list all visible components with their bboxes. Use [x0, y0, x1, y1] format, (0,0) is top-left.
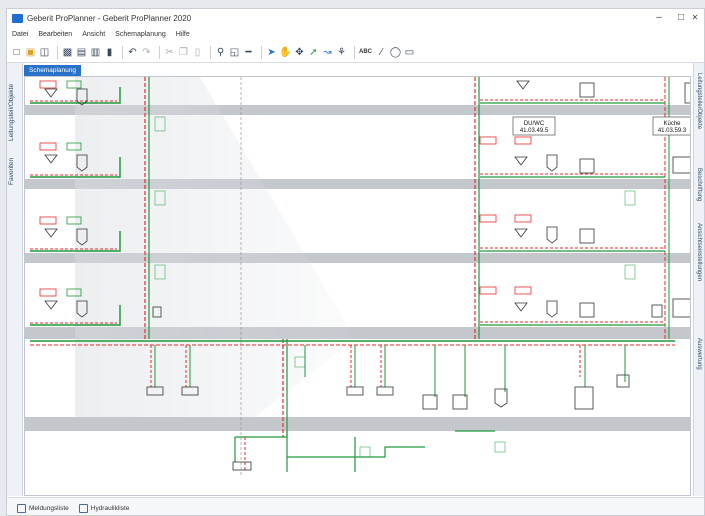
toolbar-divider [210, 45, 211, 59]
tab-schemaplanung[interactable]: Schemaplanung [24, 65, 81, 76]
toolbar-divider [159, 45, 160, 59]
menu-schemaplanung[interactable]: Schemaplanung [110, 31, 171, 38]
ellipse-tool-icon[interactable]: ◯ [390, 47, 401, 58]
menu-hilfe[interactable]: Hilfe [171, 31, 195, 38]
open-recent-icon[interactable]: ◫ [39, 47, 50, 58]
zoom-extents-icon[interactable]: ◱ [229, 47, 240, 58]
menu-datei[interactable]: Datei [7, 31, 33, 38]
redo-icon[interactable]: ↷ [141, 47, 152, 58]
menu-bearbeiten[interactable]: Bearbeiten [33, 31, 77, 38]
move-icon[interactable]: ✥ [294, 47, 305, 58]
toolbar: □ ▣ ◫ ▩ ▤ ▥ ▮ ↶ ↷ ✂ ❐ ▯ ⚲ ◱ ━ ➤ ✋ ✥ ➚ ↝ … [7, 42, 704, 63]
rectangle-tool-icon[interactable]: ▭ [404, 47, 415, 58]
room-label-duwc-code: 41.03.49.5 [520, 128, 549, 134]
tab-leitungsteil-objekte[interactable]: Leitungsteil/Objekte [8, 71, 15, 141]
tab-leitungsteile-objekte-right[interactable]: Leitungsteile/Objekte [696, 73, 702, 163]
close-button[interactable]: ✕ [683, 9, 704, 27]
copy-icon[interactable]: ❐ [178, 47, 189, 58]
floor-slab [25, 417, 690, 431]
menu-ansicht[interactable]: Ansicht [77, 31, 110, 38]
lower-network [234, 430, 495, 472]
title-bar: Geberit ProPlanner - Geberit ProPlanner … [7, 9, 704, 27]
message-list-label: Meldungsliste [29, 504, 69, 512]
shadow-overlay [75, 77, 355, 417]
toolbar-divider [261, 45, 262, 59]
app-logo-icon [12, 13, 23, 23]
open-folder-icon[interactable]: ▣ [25, 47, 36, 58]
drawing-canvas[interactable]: DU/WC 41.03.49.5 Küche 41.03.59.3 [24, 76, 691, 496]
new-file-icon[interactable]: □ [11, 47, 22, 58]
room-label-kueche-code: 41.03.59.3 [658, 128, 687, 134]
zoom-icon[interactable]: ⚲ [215, 47, 226, 58]
tab-auswertung[interactable]: Auswertung [696, 338, 702, 398]
toolbar-divider [57, 45, 58, 59]
room-label-duwc-name: DU/WC [524, 121, 545, 127]
route-icon[interactable]: ↝ [322, 47, 333, 58]
cut-icon[interactable]: ✂ [164, 47, 175, 58]
toolbar-divider [122, 45, 123, 59]
window-title: Geberit ProPlanner - Geberit ProPlanner … [27, 13, 192, 23]
save-icon[interactable]: ▩ [62, 47, 73, 58]
line-tool-icon[interactable]: ∕ [376, 47, 387, 58]
pan-hand-icon[interactable]: ✋ [279, 47, 291, 58]
tab-beschriftung[interactable]: Beschriftung [696, 168, 702, 218]
connect-icon[interactable]: ➚ [308, 47, 319, 58]
toolbar-divider [354, 45, 355, 59]
print-preview-icon[interactable]: ▥ [90, 47, 101, 58]
right-floor-pipes [480, 99, 665, 326]
export-icon[interactable]: ▮ [104, 47, 115, 58]
app-window: Geberit ProPlanner - Geberit ProPlanner … [6, 8, 705, 516]
room-label-kueche: Küche 41.03.59.3 [652, 116, 690, 136]
room-label-duwc: DU/WC 41.03.49.5 [512, 116, 556, 136]
message-list-button[interactable]: Meldungsliste [17, 503, 69, 513]
menu-bar: Datei Bearbeiten Ansicht Schemaplanung H… [7, 28, 704, 41]
right-side-panel: Leitungsteile/Objekte Beschriftung Ansic… [693, 63, 704, 496]
tab-ansichtseinstellungen[interactable]: Ansichtseinstellungen [696, 223, 702, 333]
line-style-icon[interactable]: ━ [243, 47, 254, 58]
text-tool-button[interactable]: ABC [359, 49, 372, 55]
tab-favoriten[interactable]: Favoriten [8, 145, 15, 185]
undo-icon[interactable]: ↶ [127, 47, 138, 58]
paste-icon[interactable]: ▯ [192, 47, 203, 58]
hydraulic-list-icon [78, 503, 88, 513]
fixtures-right [479, 80, 690, 318]
group-icon[interactable]: ⚘ [336, 47, 347, 58]
plumbing-schematic: DU/WC 41.03.49.5 Küche 41.03.59.3 [25, 77, 690, 477]
minimize-button[interactable]: – [647, 9, 671, 27]
hydraulic-list-button[interactable]: Hydraulikliste [78, 503, 130, 513]
left-side-panel: Leitungsteil/Objekte Favoriten [7, 63, 23, 496]
hydraulic-list-label: Hydraulikliste [90, 504, 130, 512]
status-bar: Meldungsliste Hydraulikliste [7, 497, 704, 515]
room-label-kueche-name: Küche [663, 121, 681, 127]
select-pointer-icon[interactable]: ➤ [266, 47, 277, 58]
print-icon[interactable]: ▤ [76, 47, 87, 58]
message-list-icon [17, 503, 26, 513]
